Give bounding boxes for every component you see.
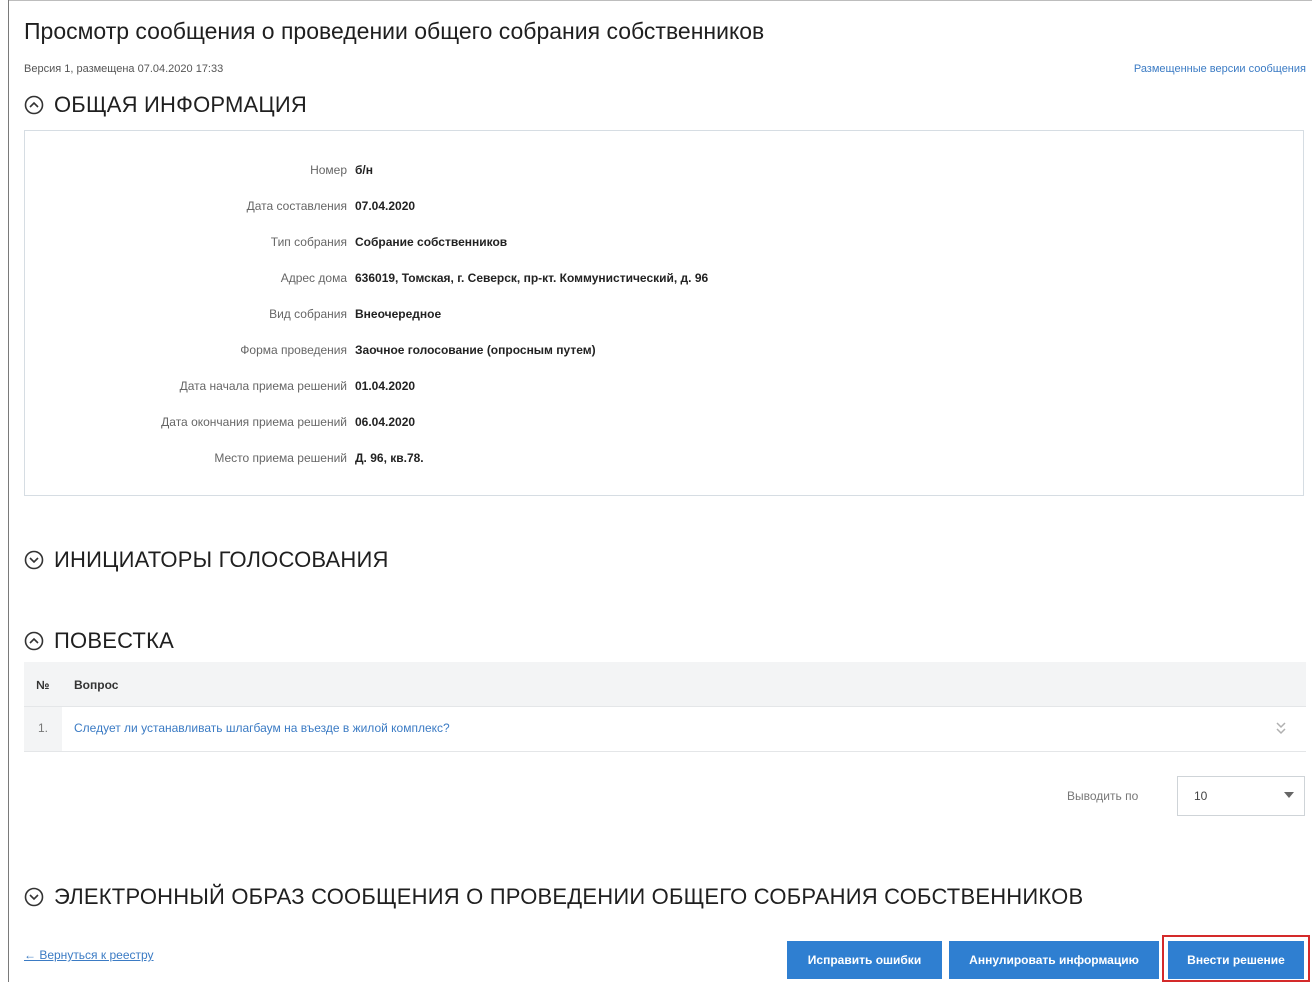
info-label: Дата окончания приема решений [161, 415, 347, 429]
info-value: 06.04.2020 [355, 415, 416, 429]
dropdown-arrow-icon [1284, 792, 1294, 798]
info-label: Форма проведения [240, 343, 347, 357]
section-electronic-image-title: ЭЛЕКТРОННЫЙ ОБРАЗ СООБЩЕНИЯ О ПРОВЕДЕНИИ… [54, 884, 1084, 909]
info-row: Дата окончания приема решений 06.04.2020 [25, 415, 1303, 435]
info-row: Номер б/н [25, 163, 1303, 183]
page-size-value: 10 [1194, 789, 1208, 803]
info-value: 07.04.2020 [355, 199, 416, 213]
double-chevron-down-icon[interactable] [1274, 719, 1288, 737]
section-general-title: ОБЩАЯ ИНФОРМАЦИЯ [54, 92, 307, 117]
chevron-up-circle-icon [24, 95, 44, 115]
section-agenda-header[interactable]: ПОВЕСТКА [24, 628, 174, 654]
chevron-down-circle-icon [24, 887, 44, 907]
agenda-table: № Вопрос 1. Следует ли устанавливать шла… [24, 662, 1306, 752]
section-electronic-image-header[interactable]: ЭЛЕКТРОННЫЙ ОБРАЗ СООБЩЕНИЯ О ПРОВЕДЕНИИ… [24, 884, 1083, 910]
info-row: Дата начала приема решений 01.04.2020 [25, 379, 1303, 399]
info-value: б/н [355, 163, 373, 177]
page-frame-left [8, 0, 9, 982]
column-header-question: Вопрос [74, 678, 119, 692]
general-info-panel: Номер б/н Дата составления 07.04.2020 Ти… [24, 130, 1304, 496]
info-value: Заочное голосование (опросным путем) [355, 343, 596, 357]
table-row: 1. Следует ли устанавливать шлагбаум на … [24, 707, 1306, 752]
enter-decision-button[interactable]: Внести решение [1168, 941, 1304, 979]
section-agenda-title: ПОВЕСТКА [54, 628, 174, 653]
section-general-header[interactable]: ОБЩАЯ ИНФОРМАЦИЯ [24, 92, 307, 118]
page-size-label: Выводить по [1067, 789, 1139, 803]
info-label: Место приема решений [214, 451, 347, 465]
chevron-down-circle-icon [24, 550, 44, 570]
info-label: Тип собрания [270, 235, 347, 249]
annul-information-button[interactable]: Аннулировать информацию [949, 941, 1159, 979]
page-frame-top [8, 0, 1312, 1]
info-value: Д. 96, кв.78. [355, 451, 424, 465]
chevron-up-circle-icon [24, 631, 44, 651]
info-row: Адрес дома 636019, Томская, г. Северск, … [25, 271, 1303, 291]
published-versions-link[interactable]: Размещенные версии сообщения [1134, 63, 1306, 75]
section-initiators-title: ИНИЦИАТОРЫ ГОЛОСОВАНИЯ [54, 547, 389, 572]
column-header-number: № [36, 678, 50, 692]
info-row: Дата составления 07.04.2020 [25, 199, 1303, 219]
version-info: Версия 1, размещена 07.04.2020 17:33 [24, 63, 224, 75]
back-to-registry-link[interactable]: ← Вернуться к реестру [24, 948, 154, 962]
info-row: Тип собрания Собрание собственников [25, 235, 1303, 255]
info-label: Дата составления [246, 199, 347, 213]
info-row: Место приема решений Д. 96, кв.78. [25, 451, 1303, 471]
info-label: Адрес дома [280, 271, 347, 285]
agenda-question-link[interactable]: Следует ли устанавливать шлагбаум на въе… [74, 721, 450, 735]
info-label: Номер [310, 163, 347, 177]
fix-errors-button[interactable]: Исправить ошибки [787, 941, 942, 979]
info-value: 636019, Томская, г. Северск, пр-кт. Комм… [355, 271, 709, 285]
info-label: Вид собрания [269, 307, 347, 321]
page-title: Просмотр сообщения о проведении общего с… [24, 18, 765, 44]
info-row: Вид собрания Внеочередное [25, 307, 1303, 327]
agenda-table-header: № Вопрос [24, 662, 1306, 707]
info-value: 01.04.2020 [355, 379, 416, 393]
info-value: Собрание собственников [355, 235, 508, 249]
info-value: Внеочередное [355, 307, 442, 321]
info-row: Форма проведения Заочное голосование (оп… [25, 343, 1303, 363]
row-number: 1. [38, 721, 49, 735]
page-size-select[interactable]: 10 [1177, 776, 1305, 816]
info-label: Дата начала приема решений [179, 379, 347, 393]
section-initiators-header[interactable]: ИНИЦИАТОРЫ ГОЛОСОВАНИЯ [24, 547, 389, 573]
row-number-cell: 1. [24, 707, 62, 751]
